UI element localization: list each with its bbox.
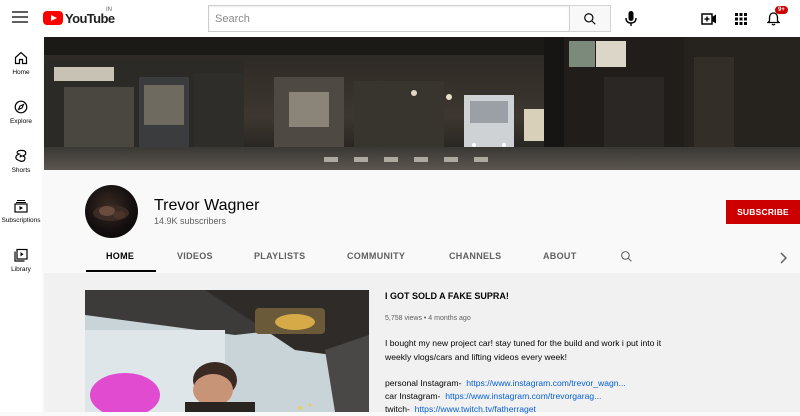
social-link[interactable]: https://www.instagram.com/trevorgarag... [445, 391, 601, 401]
sidebar-item-library[interactable]: Library [0, 248, 42, 294]
featured-video-title[interactable]: I GOT SOLD A FAKE SUPRA! [385, 291, 509, 301]
channel-search-button[interactable] [620, 250, 633, 268]
youtube-play-icon [43, 11, 63, 25]
apps-button[interactable] [732, 10, 750, 28]
channel-tabs: HOME VIDEOS PLAYLISTS COMMUNITY CHANNELS… [44, 242, 800, 273]
social-link[interactable]: https://www.twitch.tv/fatherraget [415, 404, 536, 414]
social-link[interactable]: https://www.instagram.com/trevor_wagn... [466, 378, 626, 388]
search-input[interactable] [208, 5, 569, 32]
featured-video-description: I bought my new project car! stay tuned … [385, 338, 662, 362]
hamburger-menu-icon[interactable] [12, 9, 28, 25]
bell-icon [766, 12, 780, 26]
list-item: car Instagram- https://www.instagram.com… [385, 390, 626, 403]
featured-video-meta: 5,758 views • 4 months ago [385, 315, 471, 322]
subscriber-count: 14.9K subscribers [154, 216, 227, 226]
notifications-button[interactable]: 9+ [764, 6, 788, 28]
search-bar [208, 5, 611, 32]
microphone-icon [625, 11, 637, 26]
sidebar-item-explore[interactable]: Explore [0, 100, 42, 146]
library-icon [14, 248, 28, 262]
channel-name: Trevor Wagner [154, 197, 260, 214]
list-item: twitch- https://www.twitch.tv/fatherrage… [385, 403, 626, 416]
sidebar-item-shorts[interactable]: Shorts [0, 149, 42, 195]
sidebar-item-label: Library [11, 266, 31, 273]
shorts-icon [15, 149, 27, 162]
sidebar-item-subscriptions[interactable]: Subscriptions [0, 199, 42, 245]
search-icon [584, 12, 596, 25]
tab-videos[interactable]: VIDEOS [177, 251, 213, 261]
social-label: car Instagram- [385, 391, 441, 401]
search-button[interactable] [569, 5, 611, 32]
create-button[interactable] [700, 10, 718, 28]
home-icon [14, 51, 28, 65]
tab-playlists[interactable]: PLAYLISTS [254, 251, 305, 261]
featured-section: I GOT SOLD A FAKE SUPRA! 5,758 views • 4… [44, 273, 800, 414]
top-bar: YouTube IN 9+ [0, 0, 800, 37]
sidebar-item-home[interactable]: Home [0, 51, 42, 97]
social-label: twitch- [385, 404, 410, 414]
tab-home[interactable]: HOME [106, 251, 134, 261]
sidebar-item-label: Home [12, 69, 30, 76]
explore-icon [14, 100, 28, 114]
tab-about[interactable]: ABOUT [543, 251, 577, 261]
chevron-right-icon [780, 252, 788, 264]
channel-banner [44, 37, 800, 170]
voice-search-button[interactable] [621, 9, 641, 29]
social-label: personal Instagram- [385, 378, 462, 388]
channel-avatar[interactable] [85, 185, 138, 238]
sidebar-item-label: Subscriptions [1, 217, 41, 224]
social-links: personal Instagram- https://www.instagra… [385, 377, 626, 416]
list-item: personal Instagram- https://www.instagra… [385, 377, 626, 390]
region-code: IN [106, 7, 112, 13]
create-video-icon [701, 13, 716, 25]
featured-video-player[interactable] [85, 290, 369, 412]
subscribe-button[interactable]: SUBSCRIBE [726, 200, 800, 224]
avatar-image [93, 205, 129, 221]
subscriptions-icon [14, 200, 28, 213]
search-icon [621, 251, 632, 262]
sidebar-item-label: Shorts [11, 167, 31, 174]
video-thumbnail [85, 290, 369, 412]
active-tab-indicator [86, 270, 156, 272]
tab-channels[interactable]: CHANNELS [449, 251, 501, 261]
youtube-logo[interactable]: YouTube IN [43, 7, 115, 27]
notification-badge: 9+ [775, 6, 788, 14]
sidebar: Home Explore Shorts Subscriptions Librar… [0, 37, 42, 412]
apps-grid-icon [735, 13, 747, 25]
sidebar-item-label: Explore [9, 118, 33, 125]
tabs-next-button[interactable] [779, 251, 788, 269]
banner-image [44, 37, 800, 170]
tab-community[interactable]: COMMUNITY [347, 251, 405, 261]
